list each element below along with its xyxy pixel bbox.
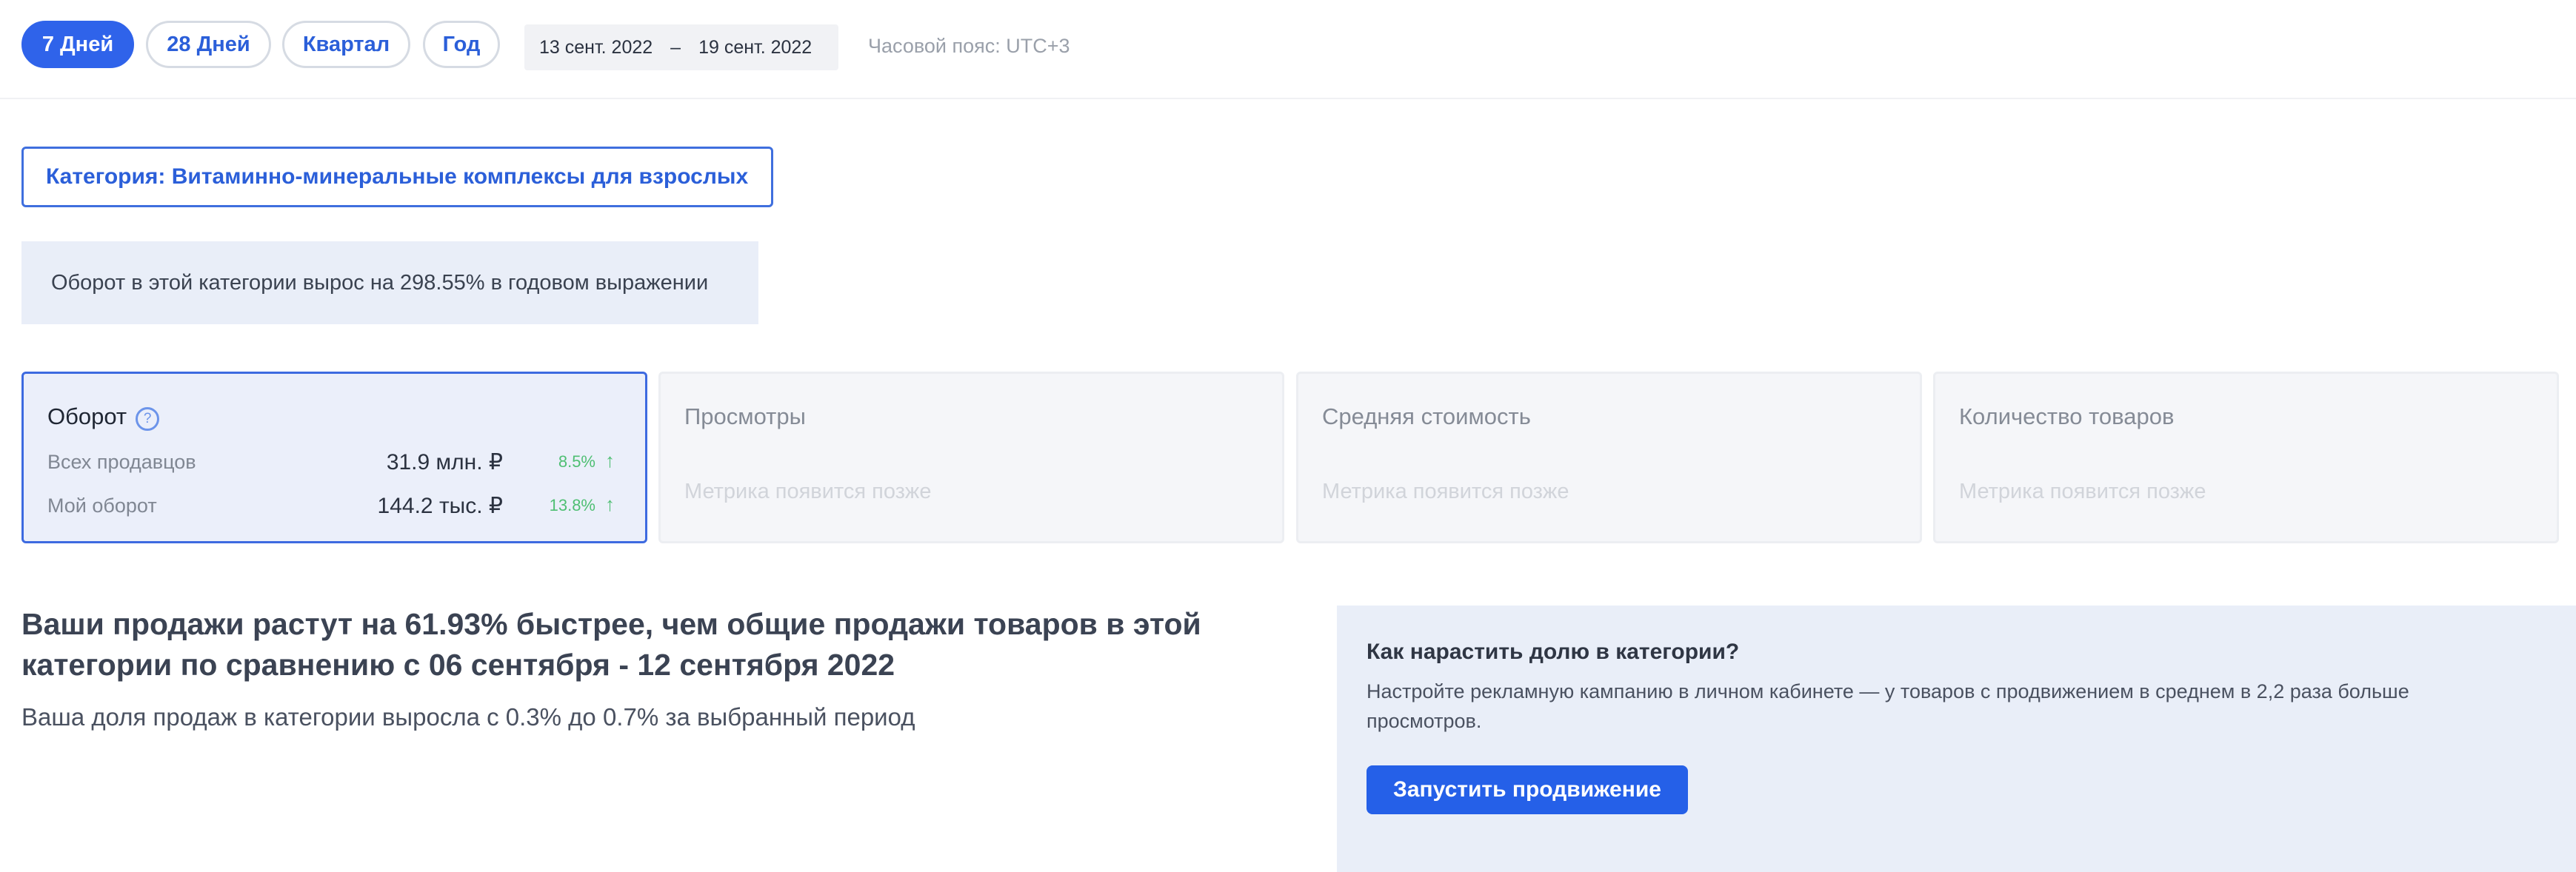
category-selector[interactable]: Категория: Витаминно-минеральные комплек… — [21, 147, 773, 207]
metric-title: Оборот? — [47, 403, 160, 431]
period-tab-7-days[interactable]: 7 Дней — [21, 21, 134, 68]
metric-title: Средняя стоимость — [1322, 403, 1531, 429]
date-from: 13 сент. 2022 — [539, 36, 653, 58]
metric-row-value: 31.9 млн. ₽ — [386, 450, 503, 474]
metric-card-avg-price[interactable]: Средняя стоимость Метрика появится позже — [1296, 372, 1922, 543]
metric-row-my-turnover: Мой оборот 144.2 тыс. ₽ 13.8% ↑ — [47, 493, 625, 524]
help-icon[interactable]: ? — [136, 407, 160, 431]
metric-row-value: 144.2 тыс. ₽ — [377, 494, 503, 518]
arrow-up-icon: ↑ — [605, 493, 615, 515]
date-range-picker[interactable]: 13 сент. 2022 – 19 сент. 2022 — [524, 24, 838, 70]
metric-card-views[interactable]: Просмотры Метрика появится позже — [658, 372, 1284, 543]
start-promotion-button[interactable]: Запустить продвижение — [1367, 765, 1688, 814]
metric-row-all-sellers: Всех продавцов 31.9 млн. ₽ 8.5% ↑ — [47, 449, 625, 480]
growth-heading: Ваши продажи растут на 61.93% быстрее, ч… — [21, 607, 1201, 682]
metric-placeholder: Метрика появится позже — [684, 480, 932, 503]
metric-card-items-count[interactable]: Количество товаров Метрика появится позж… — [1933, 372, 2559, 543]
category-growth-notice: Оборот в этой категории вырос на 298.55%… — [21, 241, 758, 324]
promo-text: Настройте рекламную кампанию в личном ка… — [1367, 680, 2409, 732]
growth-share-text: Ваша доля продаж в категории выросла с 0… — [21, 703, 915, 731]
period-tab-quarter[interactable]: Квартал — [282, 21, 410, 68]
metric-title-text: Оборот — [47, 403, 127, 429]
metric-change-percent: 8.5% — [558, 452, 595, 471]
metric-title: Просмотры — [684, 403, 806, 429]
metric-placeholder: Метрика появится позже — [1959, 480, 2206, 503]
metric-card-turnover[interactable]: Оборот? Всех продавцов 31.9 млн. ₽ 8.5% … — [21, 372, 647, 543]
timezone-label: Часовой пояс: UTC+3 — [868, 35, 1070, 57]
date-separator: – — [670, 36, 681, 58]
period-tab-year[interactable]: Год — [423, 21, 500, 68]
arrow-up-icon: ↑ — [605, 449, 615, 472]
metric-row-label: Мой оборот — [47, 494, 157, 517]
period-tab-28-days[interactable]: 28 Дней — [146, 21, 271, 68]
metric-change-percent: 13.8% — [549, 496, 595, 514]
promo-title: Как нарастить долю в категории? — [1367, 640, 1740, 664]
metric-placeholder: Метрика появится позже — [1322, 480, 1569, 503]
date-to: 19 сент. 2022 — [698, 36, 812, 58]
header-divider — [0, 98, 2576, 99]
promo-panel: Как нарастить долю в категории? Настройт… — [1337, 606, 2576, 872]
metric-title: Количество товаров — [1959, 403, 2175, 429]
metric-row-label: Всех продавцов — [47, 451, 196, 473]
